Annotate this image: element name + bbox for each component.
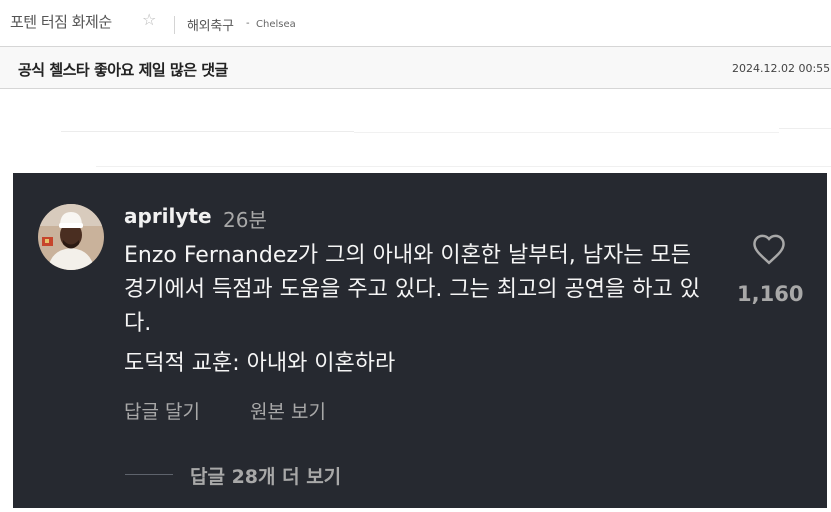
board-header: 포텐 터짐 화제순 ☆ 해외축구 - Chelsea (0, 0, 831, 46)
header-divider-bottom (0, 88, 831, 89)
header-divider (174, 16, 175, 34)
content-divider (96, 166, 831, 167)
post-title-bar: 공식 첼스타 좋아요 제일 많은 댓글 2024.12.02 00:55 (0, 47, 831, 88)
star-icon[interactable]: ☆ (142, 10, 156, 29)
view-original-button[interactable]: 원본 보기 (250, 397, 326, 424)
avatar[interactable] (38, 204, 104, 270)
sort-label[interactable]: 포텐 터짐 화제순 (10, 11, 112, 32)
post-date: 2024.12.02 00:55 (732, 62, 831, 75)
comment-moral: 도덕적 교훈: 아내와 이혼하라 (124, 351, 396, 376)
view-more-replies-button[interactable]: 답글 28개 더 보기 (190, 462, 341, 489)
reply-button[interactable]: 답글 달기 (124, 397, 200, 424)
comment-text: Enzo Fernandez가 그의 아내와 이혼한 날부터, 남자는 모든 경… (124, 243, 700, 336)
heart-outline-icon[interactable] (751, 233, 787, 265)
content-divider (779, 128, 831, 129)
team-category-link[interactable]: Chelsea (256, 19, 296, 30)
post-title: 공식 첼스타 좋아요 제일 많은 댓글 (18, 61, 228, 79)
content-divider (61, 131, 354, 132)
content-divider (354, 132, 779, 133)
like-count: 1,160 (737, 282, 804, 306)
board-name-link[interactable]: 해외축구 (187, 15, 234, 34)
comment-username[interactable]: aprilyte (124, 204, 212, 228)
replies-divider (125, 474, 173, 475)
comment-timestamp: 26분 (223, 208, 267, 232)
category-separator: - (246, 18, 250, 29)
comment-screenshot: aprilyte 26분 Enzo Fernandez가 그의 아내와 이혼한 … (13, 173, 827, 508)
